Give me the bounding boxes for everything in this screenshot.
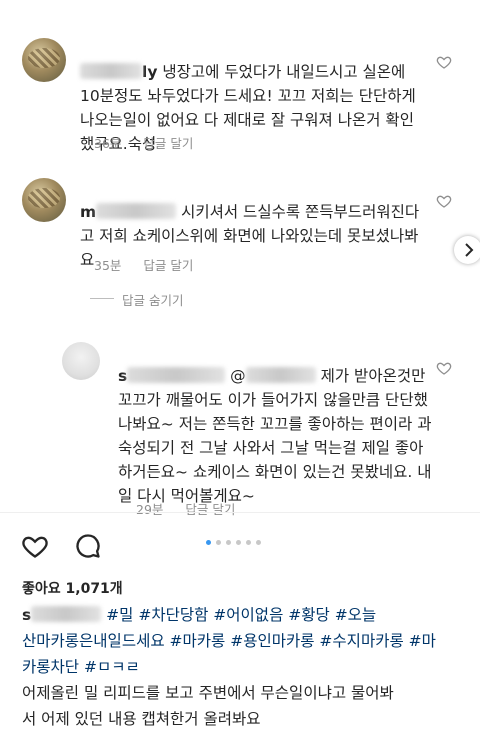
redacted-username — [31, 606, 102, 622]
hide-replies-line — [90, 298, 114, 299]
carousel-dot — [246, 540, 251, 545]
reply-button[interactable]: 답글 달기 — [143, 258, 193, 273]
avatar[interactable] — [22, 178, 66, 222]
redacted-username — [127, 367, 226, 383]
carousel-dot — [216, 540, 221, 545]
comment-icon[interactable] — [74, 532, 102, 560]
heart-icon[interactable] — [436, 193, 452, 209]
next-button[interactable] — [454, 236, 480, 264]
comment-username[interactable]: s — [118, 367, 127, 385]
comment-username[interactable]: m — [80, 203, 96, 221]
carousel-dot — [206, 540, 211, 545]
comment-meta: 29분 답글 달기 — [136, 499, 253, 518]
divider — [0, 512, 480, 513]
hide-replies-button[interactable]: 답글 숨기기 — [122, 290, 183, 309]
reply-button[interactable]: 답글 달기 — [143, 136, 193, 151]
comment-time: 29분 — [136, 502, 164, 517]
heart-icon[interactable] — [20, 532, 50, 560]
carousel-indicator — [206, 540, 261, 545]
reply-button[interactable]: 답글 달기 — [185, 502, 235, 517]
comment-username[interactable]: ly — [142, 63, 157, 81]
mention[interactable]: @ — [230, 367, 246, 385]
comment-meta: 36분 답글 달기 — [94, 133, 211, 152]
redacted-mention — [245, 367, 316, 383]
caption-tags[interactable]: 카롱차단 #ㅁㅋㄹ — [22, 654, 472, 680]
likes-count[interactable]: 좋아요 1,071개 — [22, 578, 123, 598]
carousel-dot — [256, 540, 261, 545]
carousel-dot — [226, 540, 231, 545]
carousel-dot — [236, 540, 241, 545]
caption-text: 어제올린 밀 리피드를 보고 주변에서 무슨일이냐고 물어봐 — [22, 684, 394, 702]
avatar[interactable] — [62, 342, 100, 380]
redacted-username — [80, 63, 142, 79]
comment-meta: 35분 답글 달기 — [94, 255, 211, 274]
caption-username[interactable]: s — [22, 606, 31, 624]
comment-time: 35분 — [94, 258, 122, 273]
redacted-username — [96, 203, 177, 219]
caption-tags[interactable]: 산마카롱은내일드세요 #마카롱 #용인마카롱 #수지마카롱 #마 — [22, 628, 472, 654]
avatar[interactable] — [22, 38, 66, 82]
caption-text: 서 어제 있던 내용 캡쳐한거 올려봐요 — [22, 710, 261, 728]
caption-tags[interactable]: #밀 #차단당함 #어이없음 #황당 #오늘 — [106, 606, 376, 624]
caption: s #밀 #차단당함 #어이없음 #황당 #오늘 산마카롱은내일드세요 #마카롱… — [22, 602, 472, 732]
comment-text: s @ 제가 받아온것만 꼬끄가 깨물어도 이가 들어가지 않을만큼 단단했나봐… — [118, 367, 432, 505]
heart-icon[interactable] — [436, 54, 452, 70]
next-arrow-icon — [465, 243, 474, 257]
comment-time: 36분 — [94, 136, 122, 151]
heart-icon[interactable] — [436, 360, 452, 376]
